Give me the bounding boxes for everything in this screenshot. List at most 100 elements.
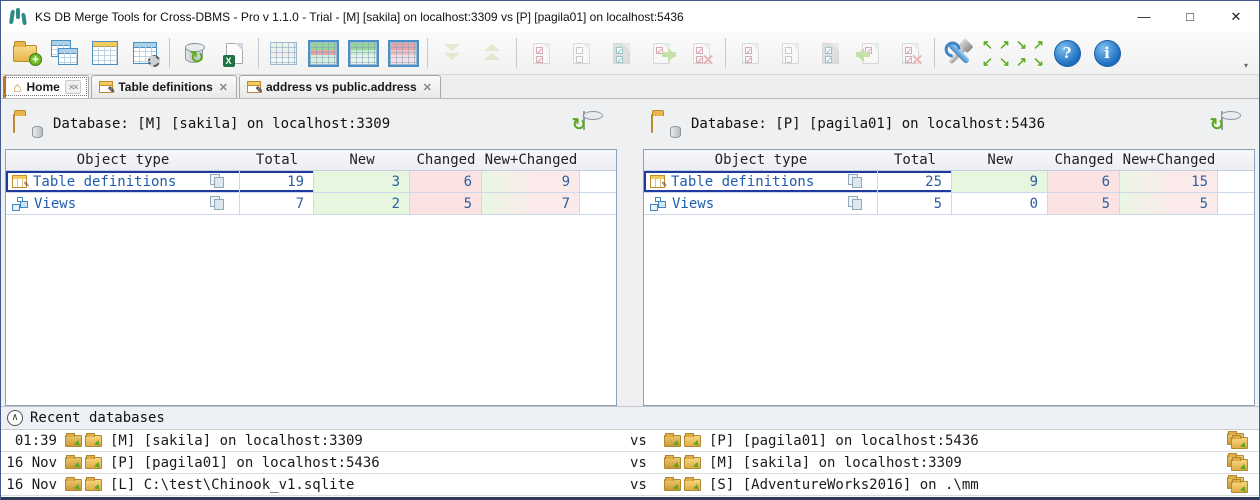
show-all-rows-button[interactable] — [263, 34, 303, 72]
recent-time: 16 Nov — [6, 476, 57, 493]
open-right-folder-icon[interactable] — [684, 476, 701, 491]
about-button[interactable]: i — [1087, 34, 1127, 72]
schema-objects-button[interactable] — [45, 34, 85, 72]
recent-right-db: [P] [pagila01] on localhost:5436 — [709, 432, 979, 449]
open-right-folder-icon[interactable] — [85, 454, 102, 469]
grid-all-icon — [269, 41, 297, 65]
maximize-button[interactable]: □ — [1167, 1, 1213, 32]
column-object-type[interactable]: Object type — [644, 150, 878, 170]
show-changed-rows-button[interactable] — [383, 34, 423, 72]
table-row[interactable]: Views 5 0 5 5 — [644, 193, 1254, 215]
open-left-folder-icon[interactable] — [65, 476, 82, 491]
column-new[interactable]: New — [952, 150, 1048, 170]
recent-row[interactable]: 01:39 [M] [sakila] on localhost:3309 vs … — [1, 430, 1259, 452]
recent-row[interactable]: 16 Nov [P] [pagila01] on localhost:5436 … — [1, 452, 1259, 474]
right-drop-selected-button[interactable]: ✓ ✓ ✕ — [890, 34, 930, 72]
open-right-folder-icon[interactable] — [684, 432, 701, 447]
open-right-folder-icon[interactable] — [684, 454, 701, 469]
toolbar-separator — [516, 38, 517, 68]
left-select-none-button[interactable] — [561, 34, 601, 72]
object-type-link[interactable]: Views — [34, 196, 76, 212]
object-type-link[interactable]: Table definitions — [33, 174, 176, 190]
column-new-changed[interactable]: New+Changed — [1120, 150, 1218, 170]
open-left-folder-icon[interactable] — [664, 454, 681, 469]
recent-databases-header: ∧ Recent databases — [1, 406, 1259, 430]
queries-at-a-glance-button[interactable] — [85, 34, 125, 72]
nav-arrow-icon: ↖ — [982, 37, 993, 52]
toolbar-overflow-button[interactable]: ▾ — [1239, 62, 1253, 70]
copy-icon[interactable] — [209, 196, 226, 211]
previous-difference-button[interactable] — [472, 34, 512, 72]
right-refresh-database-button[interactable]: ↻ — [1210, 111, 1245, 136]
tab-close-button[interactable]: ✕ — [218, 81, 229, 94]
open-left-folder-icon[interactable] — [664, 432, 681, 447]
object-type-link[interactable]: Views — [672, 196, 714, 212]
close-button[interactable]: ✕ — [1213, 1, 1259, 32]
copy-icon[interactable] — [847, 196, 864, 211]
object-type-link[interactable]: Table definitions — [671, 174, 814, 190]
column-changed[interactable]: Changed — [410, 150, 482, 170]
open-right-folder-icon[interactable] — [85, 476, 102, 491]
column-new[interactable]: New — [314, 150, 410, 170]
left-copy-to-right-button[interactable]: ✓ — [641, 34, 681, 72]
right-db-header: Database: [P] [pagila01] on localhost:54… — [643, 99, 1255, 149]
open-both-databases-icon[interactable] — [1227, 452, 1249, 471]
refresh-all-button[interactable]: ↻ — [174, 34, 214, 72]
home-content: Database: [M] [sakila] on localhost:3309… — [1, 99, 1259, 500]
new-changed-value: 7 — [482, 193, 580, 214]
left-select-checked-button[interactable]: ✓ ✓ — [521, 34, 561, 72]
new-changed-value: 9 — [482, 171, 580, 192]
recent-left-db: [P] [pagila01] on localhost:5436 — [110, 454, 380, 471]
show-new-rows-button[interactable] — [343, 34, 383, 72]
open-left-folder-icon[interactable] — [65, 432, 82, 447]
right-select-gray-button[interactable]: ✓ ✓ — [810, 34, 850, 72]
open-both-databases-icon[interactable] — [1227, 474, 1249, 493]
open-right-folder-icon[interactable] — [85, 432, 102, 447]
column-object-type[interactable]: Object type — [6, 150, 240, 170]
column-total[interactable]: Total — [878, 150, 952, 170]
open-both-databases-icon[interactable] — [1227, 430, 1249, 449]
right-copy-to-left-button[interactable]: ✓ — [850, 34, 890, 72]
right-select-none-button[interactable] — [770, 34, 810, 72]
open-database-button[interactable]: + — [5, 34, 45, 72]
tab-table-definitions[interactable]: Table definitions ✕ — [91, 75, 237, 98]
options-button[interactable] — [939, 34, 979, 72]
export-to-excel-button[interactable]: X — [214, 34, 254, 72]
show-different-rows-button[interactable] — [303, 34, 343, 72]
new-value: 3 — [314, 171, 410, 192]
tab-address-compare[interactable]: address vs public.address ✕ — [239, 75, 441, 98]
app-logo-icon — [9, 7, 27, 26]
total-value: 7 — [240, 193, 314, 214]
recent-left-db: [L] C:\test\Chinook_v1.sqlite — [110, 476, 355, 493]
minimize-button[interactable]: — — [1121, 1, 1167, 32]
right-select-checked-button[interactable]: ✓ ✓ — [730, 34, 770, 72]
column-total[interactable]: Total — [240, 150, 314, 170]
close-all-tabs-button[interactable]: ×× — [64, 80, 82, 94]
left-object-grid: Object type Total New Changed New+Change… — [5, 149, 617, 406]
vs-label: vs — [630, 476, 647, 493]
left-refresh-database-button[interactable]: ↻ — [572, 111, 607, 136]
left-select-gray-button[interactable]: ✓ ✓ — [601, 34, 641, 72]
copy-icon[interactable] — [847, 174, 864, 189]
help-button[interactable]: ? — [1047, 34, 1087, 72]
collapse-icon[interactable]: ∧ — [7, 410, 23, 426]
left-drop-selected-button[interactable]: ✓ ✓ ✕ — [681, 34, 721, 72]
recent-row[interactable]: 16 Nov [L] C:\test\Chinook_v1.sqlite vs … — [1, 474, 1259, 496]
tab-home[interactable]: ⌂ Home ×× — [3, 75, 90, 98]
table-row[interactable]: Views 7 2 5 7 — [6, 193, 616, 215]
column-changed[interactable]: Changed — [1048, 150, 1120, 170]
open-left-folder-icon[interactable] — [664, 476, 681, 491]
open-left-folder-icon[interactable] — [65, 454, 82, 469]
copy-icon[interactable] — [209, 174, 226, 189]
diff-navigation-arrows[interactable]: ↖ ↗ ↘ ↗ ↙ ↘ ↗ ↘ — [979, 36, 1047, 70]
right-object-grid: Object type Total New Changed New+Change… — [643, 149, 1255, 406]
table-row[interactable]: Table definitions 19 3 6 9 — [6, 171, 616, 193]
info-icon: i — [1093, 39, 1121, 67]
table-row[interactable]: Table definitions 25 9 6 15 — [644, 171, 1254, 193]
table-settings-button[interactable] — [125, 34, 165, 72]
tab-home-label: Home — [26, 80, 60, 94]
next-difference-button[interactable] — [432, 34, 472, 72]
database-refresh-icon: ↻ — [185, 43, 205, 66]
tab-close-button[interactable]: ✕ — [422, 81, 433, 94]
column-new-changed[interactable]: New+Changed — [482, 150, 580, 170]
